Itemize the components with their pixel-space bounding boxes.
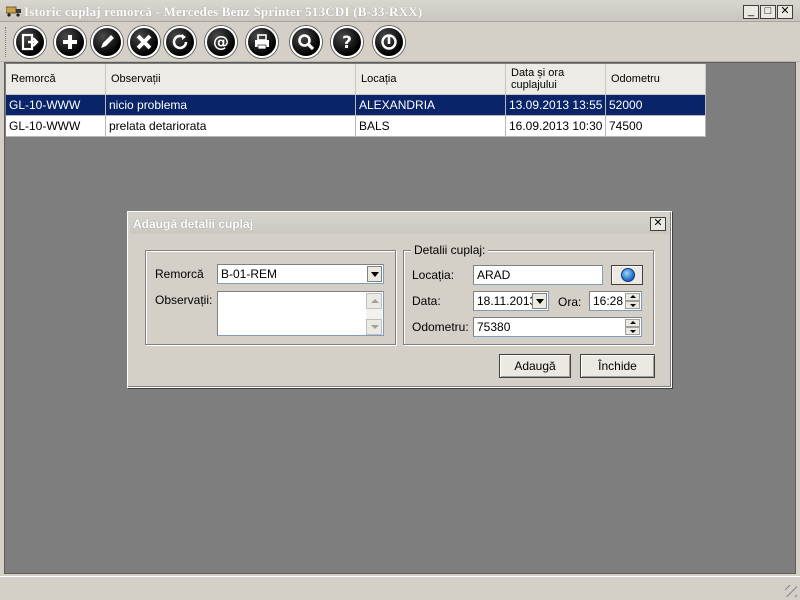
time-spinner[interactable] [625, 293, 640, 309]
cell-observatii: prelata detariorata [106, 116, 356, 137]
printer-icon [255, 34, 269, 50]
odometru-stepper[interactable]: 75380 [473, 317, 642, 337]
exit-icon [21, 33, 39, 51]
remorca-label: Remorcă [155, 267, 204, 281]
power-button[interactable] [373, 26, 405, 58]
spin-up-icon[interactable] [625, 293, 640, 301]
column-header-odometru[interactable]: Odometru [606, 64, 706, 95]
svg-text:@: @ [213, 32, 229, 51]
spin-down-icon[interactable] [625, 327, 640, 335]
cell-remorca: GL-10-WWW [6, 95, 106, 116]
dialog-title-bar: Adaugă detalii cuplaj ✕ [130, 214, 669, 234]
cell-data: 16.09.2013 10:30 [506, 116, 606, 137]
table-row[interactable]: GL-10-WWW prelata detariorata BALS 16.09… [6, 116, 706, 137]
title-bar: Istoric cuplaj remorcă - Mercedes Benz S… [0, 0, 800, 22]
observatii-textarea[interactable] [217, 291, 384, 336]
maximize-button[interactable]: □ [760, 5, 776, 19]
minimize-button[interactable]: _ [743, 5, 759, 19]
column-header-locatia[interactable]: Locația [356, 64, 506, 95]
calendar-dropdown-icon[interactable] [532, 293, 547, 309]
delete-button[interactable] [128, 26, 160, 58]
date-picker[interactable]: 18.11.2013 [473, 291, 549, 311]
toolbar: @ ? [0, 22, 800, 62]
group-title: Detalii cuplaj: [411, 243, 489, 257]
observatii-label: Observații: [155, 293, 213, 307]
power-icon [381, 34, 397, 50]
globe-icon [621, 268, 635, 282]
scroll-down-icon[interactable] [366, 319, 382, 335]
dialog-title: Adaugă detalii cuplaj [133, 217, 254, 231]
resize-grip[interactable] [785, 585, 797, 597]
edit-button[interactable] [91, 26, 123, 58]
remorca-select[interactable]: B-01-REM [217, 264, 384, 284]
pencil-icon [101, 35, 114, 48]
add-coupling-dialog: Adaugă detalii cuplaj ✕ Remorcă B-01-REM… [127, 211, 672, 388]
cell-observatii: nicio problema [106, 95, 356, 116]
add-button[interactable]: Adaugă [499, 354, 571, 378]
refresh-icon [172, 34, 188, 50]
dialog-close-button[interactable]: ✕ [650, 217, 666, 231]
column-header-observatii[interactable]: Observații [106, 64, 356, 95]
email-button[interactable]: @ [205, 26, 237, 58]
refresh-button[interactable] [164, 26, 196, 58]
magnifier-icon [298, 34, 315, 51]
odometru-label: Odometru: [412, 320, 469, 334]
spin-up-icon[interactable] [625, 319, 640, 327]
locate-button[interactable] [611, 265, 643, 285]
odometru-value: 75380 [477, 320, 511, 334]
help-button[interactable]: ? [331, 26, 363, 58]
locatia-value: ARAD [477, 268, 511, 282]
x-icon [136, 34, 152, 50]
close-button[interactable]: Închide [580, 354, 655, 378]
cell-odometru: 52000 [606, 95, 706, 116]
cell-locatia: BALS [356, 116, 506, 137]
window-title: Istoric cuplaj remorcă - Mercedes Benz S… [24, 4, 423, 19]
spin-down-icon[interactable] [625, 301, 640, 309]
cell-odometru: 74500 [606, 116, 706, 137]
cell-data: 13.09.2013 13:55 [506, 95, 606, 116]
grid-header: Remorcă Observații Locația Data și ora c… [6, 64, 706, 95]
exit-button[interactable] [14, 26, 46, 58]
search-button[interactable] [290, 26, 322, 58]
truck-app-icon [6, 6, 21, 17]
toolbar-grip [5, 27, 8, 57]
question-icon: ? [342, 33, 352, 52]
locatia-input[interactable]: ARAD [473, 265, 603, 285]
column-header-remorca[interactable]: Remorcă [6, 64, 106, 95]
data-label: Data: [412, 294, 441, 308]
locatia-label: Locația: [412, 268, 455, 282]
column-header-data[interactable]: Data și ora cuplajului [506, 64, 606, 95]
window-close-button[interactable]: ✕ [777, 5, 793, 19]
cell-remorca: GL-10-WWW [6, 116, 106, 137]
chevron-down-icon[interactable] [367, 266, 382, 282]
trailer-panel: Remorcă B-01-REM Observații: [145, 250, 396, 345]
plus-icon [63, 35, 77, 49]
time-picker[interactable]: 16:28 [589, 291, 642, 311]
add-button[interactable] [54, 26, 86, 58]
at-icon: @ [213, 32, 229, 51]
time-value: 16:28 [593, 294, 624, 308]
print-button[interactable] [246, 26, 278, 58]
scroll-up-icon[interactable] [366, 293, 382, 309]
odometru-spinner[interactable] [625, 319, 640, 335]
remorca-value: B-01-REM [221, 267, 278, 281]
status-bar [0, 576, 800, 600]
table-row[interactable]: GL-10-WWW nicio problema ALEXANDRIA 13.0… [6, 95, 706, 116]
history-grid: Remorcă Observații Locația Data și ora c… [6, 64, 706, 137]
coupling-details-group: Detalii cuplaj: Locația: ARAD Data: 18.1… [403, 243, 654, 345]
ora-label: Ora: [558, 295, 582, 309]
observatii-scrollbar[interactable] [366, 293, 382, 335]
cell-locatia: ALEXANDRIA [356, 95, 506, 116]
date-value: 18.11.2013 [477, 294, 537, 308]
svg-text:?: ? [342, 33, 352, 52]
